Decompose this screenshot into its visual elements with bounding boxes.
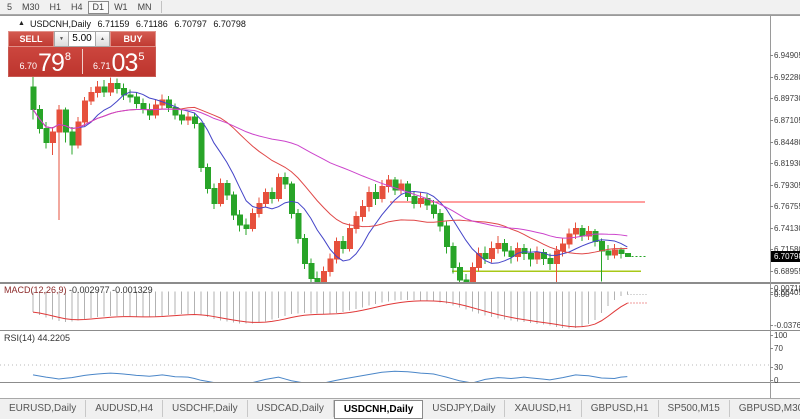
timeframe-button-h4[interactable]: H4 <box>66 1 88 13</box>
chart-tab-usdchf-daily[interactable]: USDCHF,Daily <box>163 400 248 417</box>
volume-input[interactable]: 5.00 <box>69 31 95 47</box>
timeframe-button-d1[interactable]: D1 <box>88 1 110 14</box>
price-axis-label: 6.76755 <box>774 202 800 211</box>
buy-button[interactable]: BUY <box>110 31 156 47</box>
sell-price[interactable]: 6.70 79 8 <box>9 47 82 76</box>
price-axis-label: 6.92280 <box>774 73 800 82</box>
panel-separator-macd-rsi[interactable] <box>0 330 800 331</box>
price-axis-label: 6.79305 <box>774 181 800 190</box>
macd-label: MACD(12,26,9) -0.002977 -0.001329 <box>4 285 153 295</box>
rsi-name: RSI(14) <box>4 333 35 343</box>
price-axis-label: 6.84480 <box>774 138 800 147</box>
buy-price-pip: 5 <box>138 51 144 63</box>
timeframe-button-m30[interactable]: M30 <box>17 1 45 13</box>
timeframe-button-partial[interactable]: 5 <box>0 1 17 13</box>
one-click-trade-panel: SELL ▼ 5.00 ▲ BUY 6.70 79 8 6.71 03 5 <box>8 31 156 77</box>
timeframe-button-h1[interactable]: H1 <box>45 1 67 13</box>
current-price-tag: 6.70798 <box>771 251 800 262</box>
volume-increase-button[interactable]: ▲ <box>95 31 110 47</box>
indicator-axis-label: 70 <box>774 344 783 353</box>
indicator-axis-label: 0.00 <box>774 290 790 299</box>
macd-name: MACD(12,26,9) <box>4 285 67 295</box>
chart-tab-gbpusd-h1[interactable]: GBPUSD,H1 <box>582 400 659 417</box>
chart-tab-sp500-m15[interactable]: SP500,M15 <box>659 400 730 417</box>
indicator-axis-label: 0 <box>774 376 778 385</box>
chart-tab-usdcad-daily[interactable]: USDCAD,Daily <box>248 400 334 417</box>
rsi-value: 44.2205 <box>38 333 71 343</box>
timeframe-button-mn[interactable]: MN <box>133 1 157 13</box>
price-axis-label: 6.89730 <box>774 94 800 103</box>
volume-decrease-button[interactable]: ▼ <box>54 31 69 47</box>
indicator-axis-label: 30 <box>774 363 783 372</box>
chart-tab-gbpusd-m30[interactable]: GBPUSD,M30 <box>730 400 800 417</box>
sell-price-main: 79 <box>38 52 64 74</box>
panel-separator-rsi-dates <box>0 382 800 383</box>
buy-price-prefix: 6.71 <box>93 61 111 71</box>
price-axis-label: 6.81930 <box>774 159 800 168</box>
buy-price-main: 03 <box>112 52 138 74</box>
buy-price[interactable]: 6.71 03 5 <box>83 47 156 76</box>
price-axis-label: 6.74130 <box>774 224 800 233</box>
price-axis: 6.94905 6.92280 6.89730 6.87105 6.84480 6.819… <box>771 16 800 398</box>
toolbar-separator <box>161 1 162 13</box>
rsi-label: RSI(14) 44.2205 <box>4 333 70 343</box>
chart-tab-audusd-h4[interactable]: AUDUSD,H4 <box>86 400 163 417</box>
sell-price-prefix: 6.70 <box>20 61 38 71</box>
chart-tabs: EURUSD,DailyAUDUSD,H4USDCHF,DailyUSDCAD,… <box>0 400 800 419</box>
timeframe-buttons: M30H1H4D1W1MN <box>17 1 157 14</box>
sell-button[interactable]: SELL <box>8 31 54 47</box>
macd-values: -0.002977 -0.001329 <box>69 285 153 295</box>
rsi-indicator-chart[interactable] <box>0 332 770 382</box>
timeframe-toolbar: 5 M30H1H4D1W1MN <box>0 0 800 15</box>
price-axis-label: 6.87105 <box>774 116 800 125</box>
panel-separator-main-macd[interactable] <box>0 282 800 284</box>
sell-price-pip: 8 <box>65 51 71 63</box>
chart-tab-bar: EURUSD,DailyAUDUSD,H4USDCHF,DailyUSDCAD,… <box>0 398 800 419</box>
mt4-window: 5 M30H1H4D1W1MN ▲ USDCNH,Daily 6.71159 6… <box>0 0 800 418</box>
price-axis-label: 6.68955 <box>774 267 800 276</box>
chart-window[interactable]: ▲ USDCNH,Daily 6.71159 6.71186 6.70797 6… <box>0 15 800 399</box>
indicator-axis-label: -0.037688 <box>774 321 800 330</box>
chart-tab-usdcnh-daily[interactable]: USDCNH,Daily <box>334 400 423 419</box>
chart-tab-usdjpy-daily[interactable]: USDJPY,Daily <box>423 400 505 417</box>
timeframe-button-w1[interactable]: W1 <box>109 1 133 13</box>
price-axis-label: 6.94905 <box>774 51 800 60</box>
chart-tab-xauusd-h1[interactable]: XAUUSD,H1 <box>505 400 581 417</box>
chart-tab-eurusd-daily[interactable]: EURUSD,Daily <box>0 400 86 417</box>
indicator-axis-label: 100 <box>774 331 787 340</box>
